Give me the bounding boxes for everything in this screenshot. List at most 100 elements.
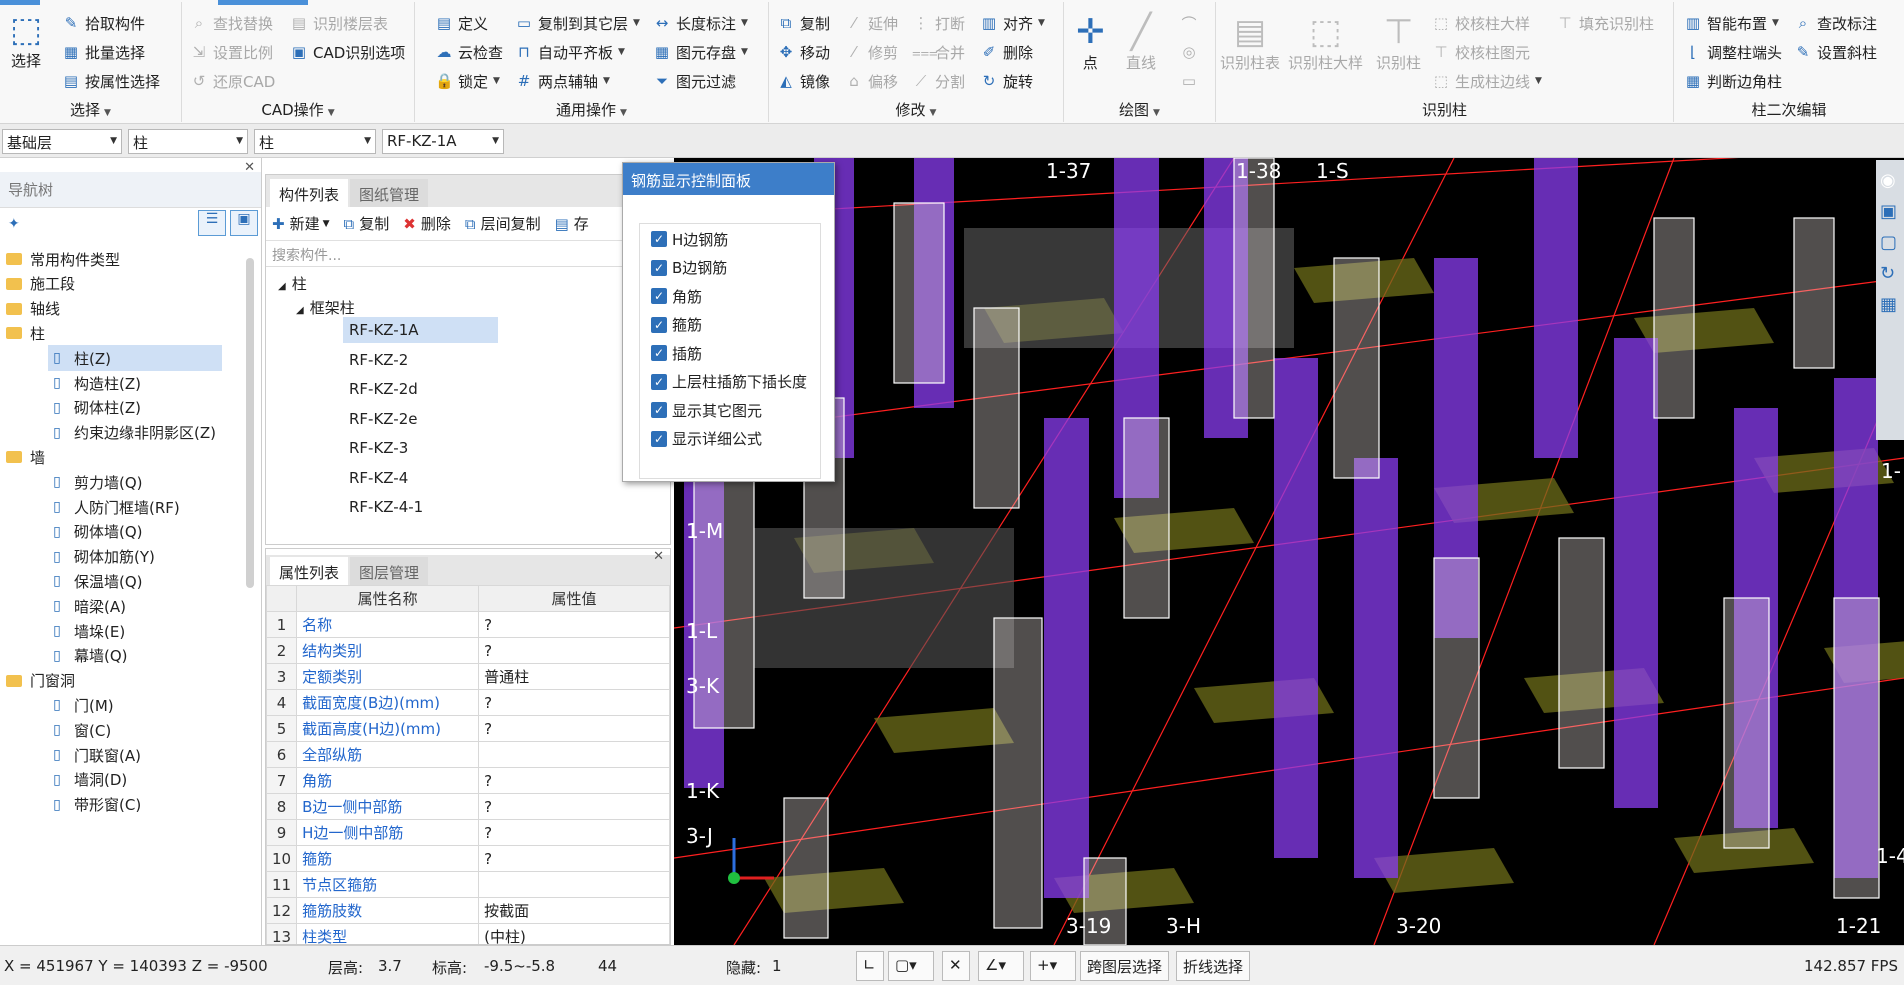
nav-item[interactable]: ▯ 门联窗(A) xyxy=(48,742,141,768)
rotate-button[interactable]: ↻ 旋转 xyxy=(980,68,1033,94)
nav-item[interactable]: ▯ 人防门框墙(RF) xyxy=(48,494,180,520)
type1-select[interactable]: 柱 ▼ xyxy=(128,129,248,154)
line-button[interactable]: ╱ 直线 xyxy=(1126,12,1156,73)
cad-options-button[interactable]: ▣ CAD识别选项 xyxy=(290,39,405,65)
grid-view-icon[interactable]: ▣ xyxy=(230,210,258,236)
nav-item[interactable]: ▯ 门(M) xyxy=(48,692,114,718)
nav-item[interactable]: ▯ 幕墙(Q) xyxy=(48,643,127,669)
box-icon[interactable]: ▢ xyxy=(1880,232,1900,253)
table-row[interactable]: 2 结构类别? xyxy=(266,637,670,664)
grid-icon[interactable]: ▦ xyxy=(1880,294,1900,315)
move-button[interactable]: ✥ 移动 xyxy=(777,39,830,65)
property-value[interactable] xyxy=(478,871,670,898)
checkbox-checked-icon[interactable]: ✓ xyxy=(651,231,667,247)
point-button[interactable]: ✛ 点 xyxy=(1076,12,1105,73)
component-search-input[interactable]: 搜索构件... xyxy=(266,241,670,267)
nav-folder[interactable]: 柱 xyxy=(6,320,45,346)
cloud-check-button[interactable]: ☁ 云检查 xyxy=(435,39,504,65)
rebar-option-checkbox[interactable]: ✓ 显示详细公式 xyxy=(651,427,762,451)
group-title-cad[interactable]: CAD操作 ▼ xyxy=(182,99,414,120)
component-select[interactable]: RF-KZ-1A ▼ xyxy=(382,129,504,154)
copy-component-button[interactable]: ⧉ 复制 xyxy=(344,213,390,234)
set-slant-col-button[interactable]: ✎ 设置斜柱 xyxy=(1794,39,1877,65)
floor-select[interactable]: 基础层 ▼ xyxy=(2,129,122,154)
nav-item[interactable]: ▯ 暗梁(A) xyxy=(48,593,126,619)
rebar-option-checkbox[interactable]: ✓ 箍筋 xyxy=(651,313,702,337)
property-value[interactable]: ? xyxy=(478,767,670,794)
auto-align-slab-button[interactable]: ⊓ 自动平齐板 ▼ xyxy=(515,39,625,65)
length-dim-button[interactable]: ↔ 长度标注 ▼ xyxy=(653,10,748,36)
select-big-button[interactable]: ⬚ 选择 xyxy=(10,10,42,71)
mirror-button[interactable]: ◭ 镜像 xyxy=(777,68,830,94)
copy-to-layer-button[interactable]: ▭ 复制到其它层 ▼ xyxy=(515,10,640,36)
nav-folder[interactable]: 轴线 xyxy=(6,296,60,322)
group-title-draw[interactable]: 绘图 ▼ xyxy=(1064,99,1215,120)
view-tools-strip[interactable]: ◉ ▣ ▢ ↻ ▦ xyxy=(1876,160,1904,440)
delete-button[interactable]: ✐ 删除 xyxy=(980,39,1033,65)
ortho-icon[interactable]: ∟ xyxy=(856,951,884,981)
table-row[interactable]: 6 全部纵筋 xyxy=(266,741,670,768)
nav-folder[interactable]: 常用构件类型 xyxy=(6,246,120,272)
list-view-icon[interactable]: ☰ xyxy=(198,210,226,236)
group-title-select[interactable]: 选择 ▼ xyxy=(0,99,181,120)
copy-button[interactable]: ⧉ 复制 xyxy=(777,10,830,36)
nav-item[interactable]: ▯ 带形窗(C) xyxy=(48,792,141,818)
rect-icon[interactable]: ▭ xyxy=(1180,68,1203,94)
table-row[interactable]: 5 截面高度(H边)(mm)? xyxy=(266,715,670,742)
component-item[interactable]: RF-KZ-4 xyxy=(343,465,498,491)
layer-copy-button[interactable]: ⧉ 层间复制 xyxy=(465,213,541,234)
component-item[interactable]: RF-KZ-2 xyxy=(343,347,498,373)
nav-item[interactable]: ▯ 墙洞(D) xyxy=(48,767,127,793)
rebar-option-checkbox[interactable]: ✓ H边钢筋 xyxy=(651,227,728,251)
property-value[interactable]: ? xyxy=(478,611,670,638)
split-button[interactable]: ⟋ 分割 xyxy=(912,68,965,94)
check-col-detail-button[interactable]: ⬚ 校核柱大样 xyxy=(1432,10,1530,36)
floor-table-button[interactable]: ▤ 识别楼层表 xyxy=(290,10,388,36)
nav-item[interactable]: ▯ 墙垛(E) xyxy=(48,618,125,644)
nav-folder[interactable]: 墙 xyxy=(6,444,45,470)
align-button[interactable]: ▥ 对齐 ▼ xyxy=(980,10,1045,36)
nav-item[interactable]: ▯ 砌体柱(Z) xyxy=(48,395,141,421)
property-value[interactable]: ? xyxy=(478,637,670,664)
save-element-button[interactable]: ▦ 图元存盘 ▼ xyxy=(653,39,748,65)
property-value[interactable]: 普通柱 xyxy=(478,663,670,690)
snap-icon[interactable]: ▢▾ xyxy=(888,951,934,981)
angle-icon[interactable]: ∠▾ xyxy=(978,951,1024,981)
table-row[interactable]: 11 节点区箍筋 xyxy=(266,871,670,898)
rebar-option-checkbox[interactable]: ✓ 角筋 xyxy=(651,284,702,308)
rebar-option-checkbox[interactable]: ✓ 插筋 xyxy=(651,341,702,365)
table-row[interactable]: 12 箍筋肢数 按截面 xyxy=(266,897,670,924)
table-row[interactable]: 4 截面宽度(B边)(mm)? xyxy=(266,689,670,716)
nav-folder[interactable]: 门窗洞 xyxy=(6,668,75,694)
rebar-option-checkbox[interactable]: ✓ 显示其它图元 xyxy=(651,398,762,422)
cross-layer-select-button[interactable]: 跨图层选择 xyxy=(1080,951,1170,981)
property-value[interactable] xyxy=(478,741,670,768)
nav-item[interactable]: ▯ 砌体加筋(Y) xyxy=(48,544,155,570)
view-cube-icon[interactable]: ▣ xyxy=(1880,201,1900,222)
extend-button[interactable]: ⁄ 延伸 xyxy=(845,10,898,36)
tab-property-list[interactable]: 属性列表 xyxy=(270,557,349,585)
gen-col-edge-button[interactable]: ⬚ 生成柱边线 ▼ xyxy=(1432,68,1542,94)
polyline-select-button[interactable]: 折线选择 xyxy=(1176,951,1251,981)
circle-icon[interactable]: ◎ xyxy=(1180,39,1203,65)
checkbox-checked-icon[interactable]: ✓ xyxy=(651,288,667,304)
rotate-view-icon[interactable]: ↻ xyxy=(1880,263,1900,284)
checkbox-checked-icon[interactable]: ✓ xyxy=(651,373,667,390)
cross-icon[interactable]: ✕ xyxy=(942,951,970,981)
fill-identify-button[interactable]: ⊤ 填充识别柱 xyxy=(1556,10,1654,36)
nav-item[interactable]: ▯ 砌体墙(Q) xyxy=(48,519,142,545)
rebar-option-checkbox[interactable]: ✓ 上层柱插筋下插长度 xyxy=(651,370,807,394)
3d-viewport[interactable]: 1-361-371-381-S1-M1-L3-K1-K3-J3-193-H3-2… xyxy=(674,158,1904,945)
nav-item[interactable]: ▯ 约束边缘非阴影区(Z) xyxy=(48,420,216,446)
tree-group[interactable]: ◢ 框架柱 xyxy=(296,297,355,318)
property-value[interactable]: ? xyxy=(478,819,670,846)
checkbox-checked-icon[interactable]: ✓ xyxy=(651,345,667,361)
add-dim-icon[interactable]: +▾ xyxy=(1030,951,1076,981)
table-row[interactable]: 9 H边一侧中部筋? xyxy=(266,819,670,846)
tree-root[interactable]: ◢ 柱 xyxy=(278,273,307,294)
smart-layout-button[interactable]: ▥ 智能布置 ▼ xyxy=(1684,10,1779,36)
checkbox-checked-icon[interactable]: ✓ xyxy=(651,259,667,276)
batch-select-button[interactable]: ▦ 批量选择 xyxy=(62,39,145,65)
property-value[interactable]: ? xyxy=(478,689,670,716)
restore-cad-button[interactable]: ↺ 还原CAD xyxy=(190,68,276,94)
